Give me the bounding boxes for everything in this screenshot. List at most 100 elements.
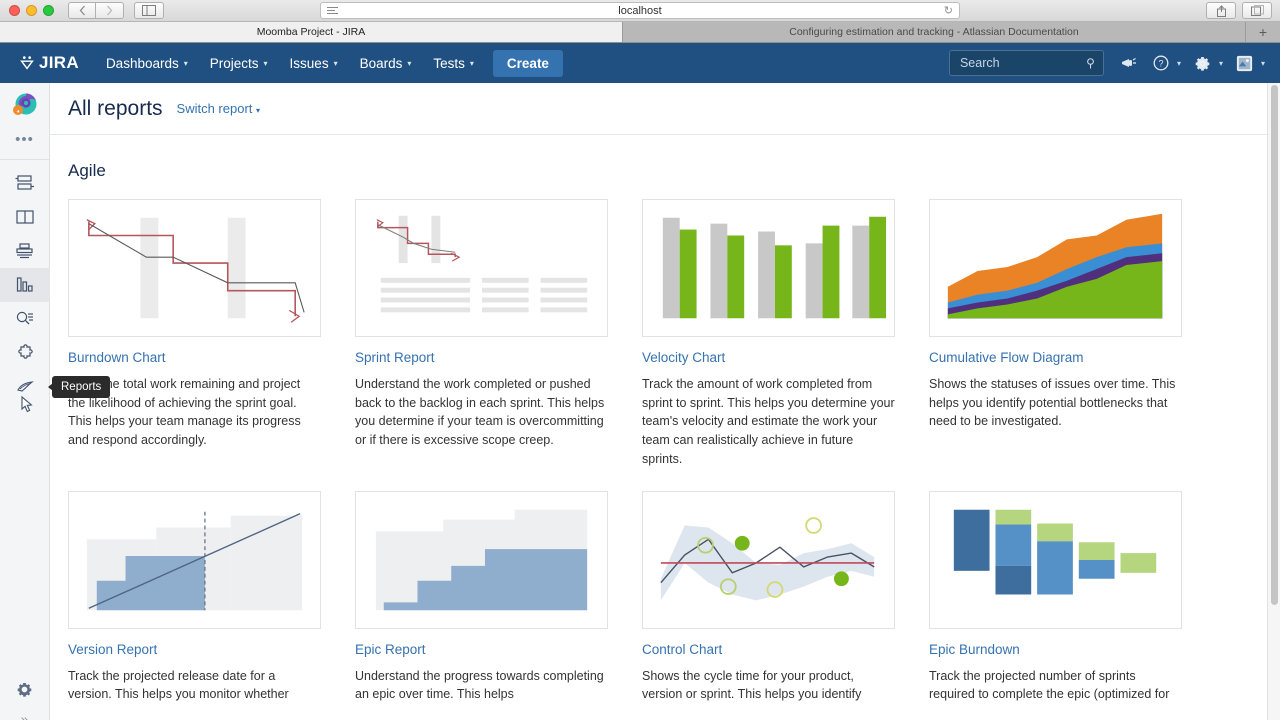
chevron-down-icon: ▾ <box>333 58 338 68</box>
sidebar-toggle-button[interactable] <box>134 2 164 19</box>
project-avatar[interactable]: ◕ <box>10 91 40 121</box>
browser-chrome: localhost ↻ Moomba Project - JIRA Config… <box>0 0 1280 43</box>
address-bar-value: localhost <box>618 4 662 17</box>
switch-report-label: Switch report <box>176 101 253 116</box>
report-card-title[interactable]: Burndown Chart <box>68 350 321 365</box>
back-button[interactable] <box>68 2 96 19</box>
report-card-title[interactable]: Velocity Chart <box>642 350 895 365</box>
epic-report-thumbnail[interactable] <box>355 490 608 629</box>
browser-tab[interactable]: Moomba Project - JIRA <box>0 22 623 42</box>
report-card-description: Shows the statuses of issues over time. … <box>929 377 1176 429</box>
search-icon[interactable]: ⚲ <box>1086 56 1095 70</box>
sidebar-more-button[interactable]: ••• <box>15 132 34 149</box>
svg-text:◕: ◕ <box>16 109 20 115</box>
burndown-chart-thumbnail[interactable] <box>68 199 321 337</box>
sidebar-item-backlog[interactable] <box>0 166 50 200</box>
gear-icon <box>1196 56 1210 71</box>
nav-item-boards[interactable]: Boards ▾ <box>349 43 423 83</box>
reload-icon[interactable]: ↻ <box>944 4 953 17</box>
show-all-tabs-button[interactable] <box>1242 2 1272 19</box>
navigation-buttons[interactable] <box>68 2 124 19</box>
settings-menu[interactable]: ▾ <box>1188 48 1228 78</box>
report-card[interactable]: Cumulative Flow Diagram Shows the status… <box>929 199 1182 469</box>
report-card-title[interactable]: Sprint Report <box>355 350 608 365</box>
chevron-down-icon: ▾ <box>256 106 261 115</box>
sidebar-project-settings[interactable] <box>0 674 50 704</box>
search-input[interactable]: Search <box>960 56 1000 70</box>
cumulative-flow-diagram-thumbnail[interactable] <box>929 199 1182 337</box>
scrollbar-thumb[interactable] <box>1271 85 1278 605</box>
help-icon: ? <box>1153 55 1169 71</box>
report-card[interactable]: Sprint Report Understand the work comple… <box>355 199 608 469</box>
toolbar-right-buttons[interactable] <box>1206 2 1272 19</box>
report-card-description: Understand the progress towards completi… <box>355 668 604 702</box>
report-card[interactable]: Epic Burndown Track the projected number… <box>929 490 1182 704</box>
report-card-title[interactable]: Epic Report <box>355 642 608 657</box>
window-controls[interactable] <box>9 5 54 16</box>
nav-item-issues[interactable]: Issues ▾ <box>279 43 349 83</box>
nav-item-label: Tests <box>433 55 465 71</box>
report-card[interactable]: Burndown Chart Track the total work rema… <box>68 199 321 469</box>
nav-item-projects[interactable]: Projects ▾ <box>199 43 279 83</box>
help-button[interactable]: ? <box>1146 48 1176 78</box>
browser-tab-title: Configuring estimation and tracking - At… <box>789 26 1079 38</box>
nav-item-label: Boards <box>359 55 403 71</box>
nav-item-label: Issues <box>289 55 329 71</box>
report-card[interactable]: Epic Report Understand the progress towa… <box>355 490 608 704</box>
mouse-cursor-icon <box>21 395 33 413</box>
addons-puzzle-icon <box>17 344 33 359</box>
version-report-thumbnail[interactable] <box>68 490 321 629</box>
browser-tab[interactable]: Configuring estimation and tracking - At… <box>623 22 1246 42</box>
sidebar-item-reports[interactable] <box>0 268 50 302</box>
address-bar[interactable]: localhost ↻ <box>320 2 960 19</box>
control-chart-thumbnail[interactable] <box>642 490 895 629</box>
share-button[interactable] <box>1206 2 1236 19</box>
switch-report-dropdown[interactable]: Switch report ▾ <box>177 101 261 116</box>
help-menu[interactable]: ? ▾ <box>1146 48 1186 78</box>
settings-button[interactable] <box>1188 48 1218 78</box>
chevron-down-icon: ▾ <box>183 58 188 68</box>
velocity-chart-thumbnail[interactable] <box>642 199 895 337</box>
report-card[interactable]: Velocity Chart Track the amount of work … <box>642 199 895 469</box>
report-card-title[interactable]: Version Report <box>68 642 321 657</box>
nav-item-tests[interactable]: Tests ▾ <box>422 43 485 83</box>
forward-button[interactable] <box>96 2 124 19</box>
reader-view-icon[interactable] <box>327 7 338 14</box>
close-window-button[interactable] <box>9 5 20 16</box>
sidebar-nav-items <box>0 160 50 404</box>
search-box[interactable]: Search ⚲ <box>948 50 1104 76</box>
epic-burndown-thumbnail[interactable] <box>929 490 1182 629</box>
create-button[interactable]: Create <box>492 49 563 77</box>
vertical-scrollbar[interactable] <box>1267 83 1280 720</box>
sidebar-toggle-icon <box>142 5 156 16</box>
sidebar-item-addons[interactable] <box>0 336 50 370</box>
svg-text:?: ? <box>1158 59 1163 69</box>
chevron-down-icon: ▾ <box>469 58 474 68</box>
report-card-title[interactable]: Control Chart <box>642 642 895 657</box>
tab-strip[interactable]: Moomba Project - JIRA Configuring estima… <box>0 22 1280 43</box>
new-tab-button[interactable]: + <box>1246 22 1280 42</box>
chevron-down-icon: ▾ <box>1176 58 1181 68</box>
backlog-icon <box>15 175 34 190</box>
jira-top-navigation: JIRA Dashboards ▾ Projects ▾ Issues ▾ Bo… <box>0 43 1280 83</box>
sidebar-item-issues[interactable] <box>0 302 50 336</box>
report-card[interactable]: Version Report Track the projected relea… <box>68 490 321 704</box>
gear-icon <box>17 682 32 697</box>
sidebar-expand[interactable]: » <box>0 704 50 720</box>
chevron-left-icon <box>79 5 85 16</box>
megaphone-icon <box>1122 57 1137 67</box>
maximize-window-button[interactable] <box>43 5 54 16</box>
report-card-title[interactable]: Epic Burndown <box>929 642 1182 657</box>
announcements-button[interactable] <box>1114 48 1144 78</box>
report-card[interactable]: Control Chart Shows the cycle time for y… <box>642 490 895 704</box>
nav-item-dashboards[interactable]: Dashboards ▾ <box>95 43 199 83</box>
jira-logo[interactable]: JIRA <box>18 53 79 73</box>
sprint-report-thumbnail[interactable] <box>355 199 608 337</box>
profile-button[interactable] <box>1230 48 1260 78</box>
minimize-window-button[interactable] <box>26 5 37 16</box>
version-report-graphic <box>86 511 303 610</box>
sidebar-item-releases[interactable] <box>0 234 50 268</box>
sidebar-item-board[interactable] <box>0 200 50 234</box>
report-card-title[interactable]: Cumulative Flow Diagram <box>929 350 1182 365</box>
profile-menu[interactable]: ▾ <box>1230 48 1270 78</box>
